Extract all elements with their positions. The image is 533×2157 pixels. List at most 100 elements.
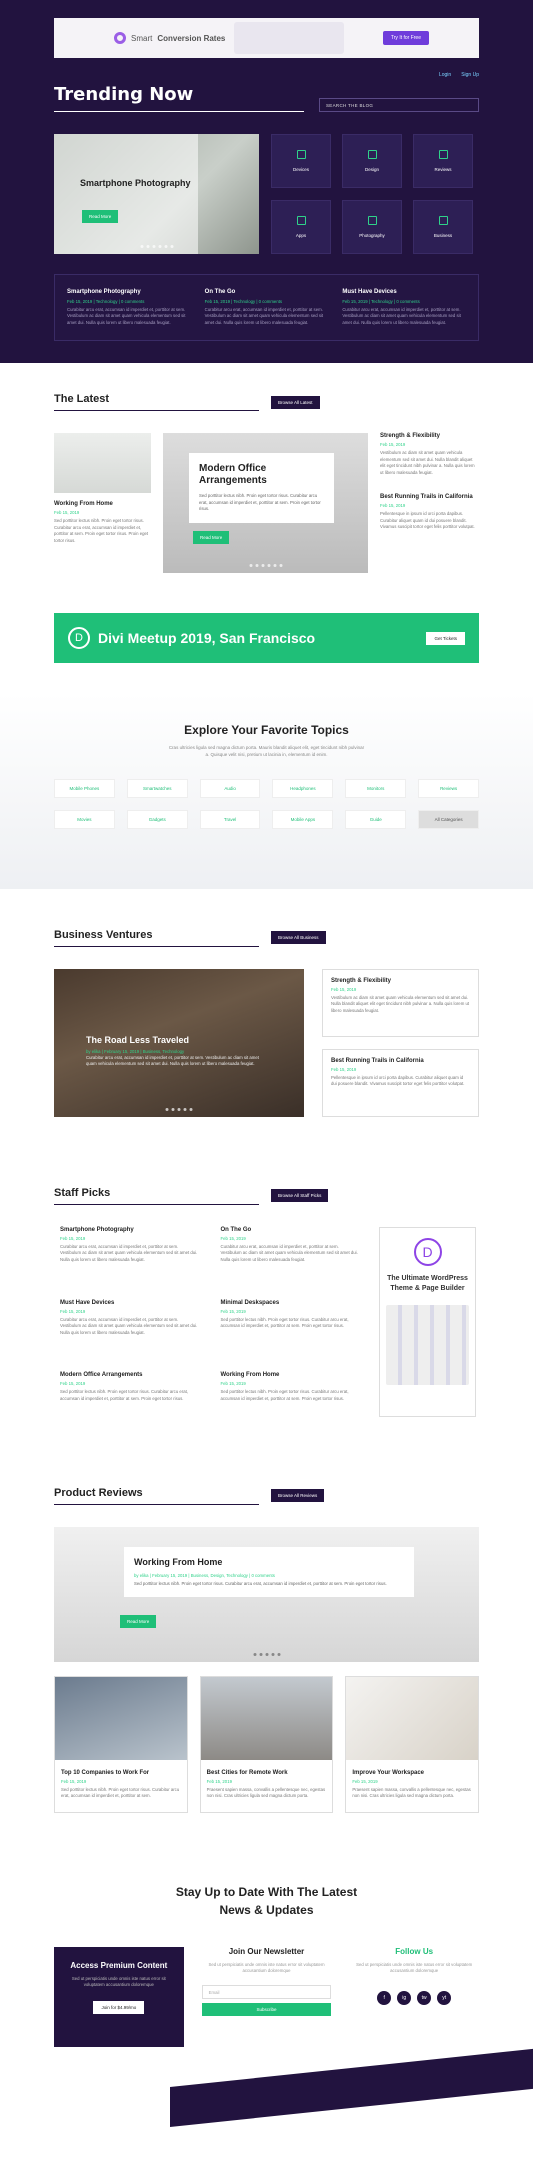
post-title[interactable]: Best Cities for Remote Work — [207, 1770, 327, 1776]
post-title[interactable]: Modern Office Arrangements — [60, 1372, 199, 1378]
post-title[interactable]: Best Running Trails in California — [380, 494, 479, 500]
browse-business-button[interactable]: Browse All Business — [271, 931, 326, 945]
topic-tag[interactable]: Guide — [345, 809, 407, 829]
post-image[interactable] — [54, 433, 151, 494]
slider-dots[interactable] — [253, 1652, 280, 1656]
featured-post-slider[interactable]: Smartphone Photography Read More — [54, 134, 259, 254]
read-more-button[interactable]: Read More — [193, 531, 230, 545]
post-title[interactable]: Must Have Devices — [342, 289, 466, 295]
topic-tag[interactable]: Reviews — [418, 778, 479, 798]
post-title[interactable]: Smartphone Photography — [60, 1227, 199, 1233]
post-title[interactable]: Best Running Trails in California — [331, 1058, 470, 1064]
category-devices[interactable]: Devices — [271, 134, 331, 188]
slider-dots[interactable] — [249, 564, 282, 568]
post-title[interactable]: Top 10 Companies to Work For — [61, 1770, 181, 1776]
post-excerpt: Curabitur arcu erat, accumsan id imperdi… — [67, 307, 186, 325]
post-date: Feb 15, 2019 — [61, 1778, 87, 1784]
newsletter-section: Stay Up to Date With The Latest News & Up… — [0, 1843, 533, 2127]
post-title[interactable]: Must Have Devices — [60, 1300, 199, 1306]
account-links: Login Sign Up — [54, 72, 479, 78]
category-design[interactable]: Design — [342, 134, 402, 188]
login-link[interactable]: Login — [439, 72, 451, 78]
post-image[interactable] — [346, 1676, 478, 1760]
topic-tag[interactable]: Headphones — [272, 778, 334, 798]
post-date: Feb 15, 2019 — [220, 1235, 246, 1241]
post-meta: by elika | February 15, 2019 | Business,… — [86, 1048, 185, 1054]
topic-tag[interactable]: Movies — [54, 809, 115, 829]
post-title[interactable]: Strength & Flexibility — [331, 978, 470, 984]
post-image[interactable] — [55, 1676, 187, 1760]
post-title[interactable]: Improve Your Workspace — [352, 1770, 472, 1776]
post-excerpt: Vestibulum ac diam sit amet quam vehicul… — [380, 450, 475, 475]
topic-tag[interactable]: Mobile Phones — [54, 778, 115, 798]
read-more-button[interactable]: Read More — [82, 210, 119, 223]
category-photography[interactable]: Photography — [342, 200, 402, 254]
featured-post-slider[interactable]: Working From Home by elika | February 15… — [54, 1526, 479, 1662]
all-categories-button[interactable]: All Categories — [418, 809, 479, 829]
post-excerpt: Pellentesque in ipsum id orci porta dapi… — [380, 511, 475, 529]
join-premium-button[interactable]: Join for $4.99/mo — [93, 2000, 145, 2014]
youtube-icon[interactable]: yt — [437, 1990, 452, 2005]
email-field[interactable]: Email — [201, 1984, 332, 1999]
brand-logo-icon — [114, 32, 126, 44]
post-title[interactable]: Working From Home — [134, 1557, 404, 1567]
topic-tag[interactable]: Travel — [199, 809, 261, 829]
topic-tag[interactable]: Mobile Apps — [272, 809, 334, 829]
post-meta: Feb 15, 2019 | Technology | 0 comments — [342, 299, 420, 304]
ad-title: The Ultimate WordPress Theme & Page Buil… — [387, 1274, 468, 1292]
follow-text: Sed ut perspiciatis unde omnis iste natu… — [356, 1961, 473, 1974]
post-title[interactable]: The Road Less Traveled — [86, 1035, 189, 1045]
post-excerpt: Curabitur arcu erat, accumsan id imperdi… — [60, 1316, 198, 1335]
post-title[interactable]: Working From Home — [54, 501, 151, 507]
ad-banner[interactable]: Smart Conversion Rates Try It for Free — [54, 18, 479, 58]
facebook-icon[interactable]: f — [377, 1990, 392, 2005]
post-date: Feb 15, 2019 — [380, 442, 406, 448]
post-title[interactable]: Working From Home — [221, 1372, 360, 1378]
featured-post-slider[interactable]: The Road Less Traveled by elika | Februa… — [54, 968, 304, 1117]
get-tickets-button[interactable]: Get Tickets — [426, 631, 465, 645]
post-title[interactable]: On The Go — [221, 1227, 360, 1233]
instagram-icon[interactable]: ig — [397, 1990, 412, 2005]
slider-dots[interactable] — [165, 1107, 193, 1111]
post-excerpt: Praesent sapien massa, convallis a pelle… — [206, 1786, 326, 1799]
banner-cta-button[interactable]: Try It for Free — [382, 31, 429, 45]
post-excerpt: Curabitur arcu erat, accumsan id imperdi… — [86, 1054, 259, 1067]
browse-latest-button[interactable]: Browse All Latest — [271, 395, 320, 409]
subscribe-button[interactable]: Subscribe — [201, 2002, 332, 2016]
post-image[interactable] — [200, 1676, 333, 1760]
post-date: Feb 15, 2019 — [380, 503, 406, 509]
post-excerpt: Sed porttitor lectus nibh. Proin eget to… — [220, 1316, 349, 1329]
post-title[interactable]: Modern Office Arrangements — [199, 463, 324, 487]
post-title[interactable]: Smartphone Photography — [67, 289, 191, 295]
post-date: Feb 15, 2019 — [54, 510, 80, 516]
topics-section: Explore Your Favorite Topics Cras ultric… — [0, 693, 533, 889]
post-title[interactable]: Minimal Deskspaces — [221, 1300, 360, 1306]
divi-ad[interactable]: D The Ultimate WordPress Theme & Page Bu… — [379, 1226, 476, 1417]
featured-post-title[interactable]: Smartphone Photography — [80, 178, 191, 188]
reviews-section: Product Reviews Browse All Reviews Worki… — [0, 1447, 533, 1843]
read-more-button[interactable]: Read More — [120, 1614, 157, 1628]
post-title[interactable]: Strength & Flexibility — [380, 433, 479, 439]
featured-post-slider[interactable]: Modern Office Arrangements Sed porttitor… — [163, 433, 368, 574]
search-input[interactable]: SEARCH THE BLOG — [319, 98, 479, 112]
post-title[interactable]: On The Go — [205, 289, 329, 295]
business-section: Business Ventures Browse All Business Th… — [0, 889, 533, 1147]
category-apps[interactable]: Apps — [271, 200, 331, 254]
browse-reviews-button[interactable]: Browse All Reviews — [271, 1489, 325, 1503]
post-excerpt: Sed porttitor lectus nibh. Proin eget to… — [199, 493, 321, 512]
browse-staff-picks-button[interactable]: Browse All Staff Picks — [271, 1189, 329, 1203]
category-business[interactable]: Business — [413, 200, 473, 254]
topic-tag[interactable]: Audio — [199, 778, 261, 798]
post-excerpt: Sed porttitor lectus nibh. Proin eget to… — [54, 518, 149, 543]
topic-tag[interactable]: Monitors — [345, 778, 407, 798]
signup-link[interactable]: Sign Up — [461, 72, 479, 78]
topic-tag[interactable]: Gadgets — [126, 809, 188, 829]
category-reviews[interactable]: Reviews — [413, 134, 473, 188]
slider-dots[interactable] — [140, 245, 173, 248]
newsletter-title: Join Our Newsletter — [228, 1946, 305, 1956]
list-item: Best Running Trails in California Feb 15… — [322, 1048, 479, 1117]
topic-tag[interactable]: Smartwatches — [126, 778, 188, 798]
newsletter-form: Join Our Newsletter Sed ut perspiciatis … — [201, 1946, 332, 2047]
featured-post-card: Modern Office Arrangements Sed porttitor… — [189, 453, 334, 523]
twitter-icon[interactable]: tw — [417, 1990, 432, 2005]
